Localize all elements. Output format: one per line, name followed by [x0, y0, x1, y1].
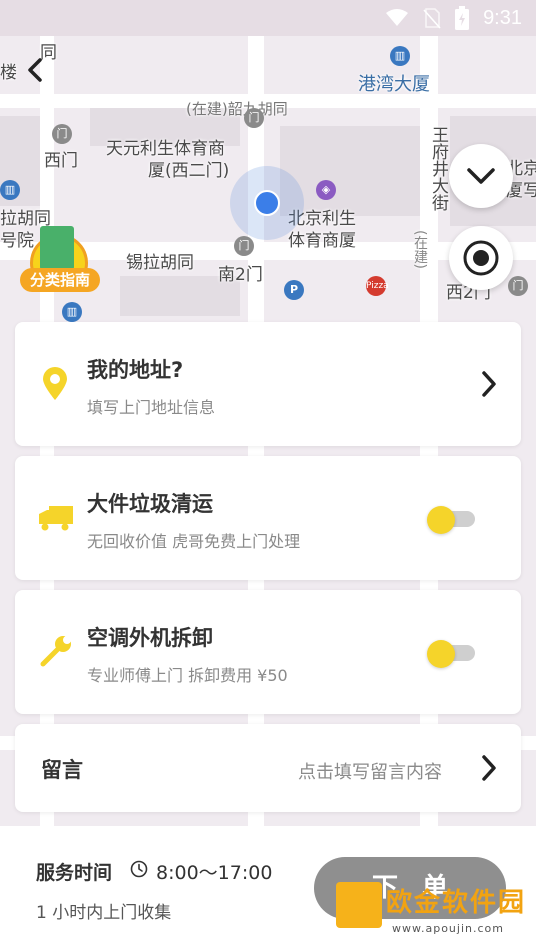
message-placeholder: 点击填写留言内容: [298, 762, 442, 783]
wrench-icon: [40, 636, 71, 667]
clock-icon: [130, 860, 148, 878]
status-time: 9:31: [483, 6, 522, 29]
location-pin-icon: [43, 367, 67, 400]
back-icon[interactable]: [22, 56, 48, 84]
restaurant-poi-icon: Pizza: [366, 276, 389, 296]
service-title: 空调外机拆卸: [87, 626, 213, 650]
map-label-nan2men: 南2门: [218, 265, 263, 285]
address-subtitle: 填写上门地址信息: [87, 398, 216, 417]
entrance-poi-icon: 门: [244, 108, 264, 128]
building-poi-icon: ▥: [390, 46, 410, 66]
battery-icon: [455, 6, 470, 30]
sorting-guide-button[interactable]: 分类指南: [20, 226, 100, 296]
address-title: 我的地址?: [87, 358, 184, 382]
map-label-wangfujing: 王府井大街: [428, 126, 448, 211]
building-poi-icon: ▥: [0, 180, 20, 200]
entrance-poi-icon: 门: [234, 236, 254, 256]
map-label-shaojiu: (在建)韶九胡同: [186, 100, 288, 118]
chevron-right-icon: [482, 755, 496, 781]
map-label-gangwan: 港湾大厦: [358, 74, 430, 95]
map-label-xilahutong: 锡拉胡同: [126, 253, 194, 273]
service-title: 大件垃圾清运: [87, 492, 213, 516]
truck-icon: [39, 506, 73, 531]
entrance-poi-icon: 门: [508, 276, 528, 296]
service-subtitle: 无回收价值 虎哥免费上门处理: [87, 532, 301, 551]
wifi-icon: [386, 9, 409, 26]
no-sim-icon: [423, 8, 441, 29]
service-time-note: 1 小时内上门收集: [36, 903, 172, 923]
toggle-knob: [427, 640, 455, 668]
entrance-poi-icon: 门: [52, 124, 72, 144]
bulky-waste-card: 大件垃圾清运 无回收价值 虎哥免费上门处理: [15, 456, 521, 580]
service-subtitle: 专业师傅上门 拆卸费用 ¥50: [87, 666, 288, 685]
ac-removal-toggle[interactable]: [427, 640, 477, 668]
chevron-down-icon: [467, 168, 495, 184]
locate-me-button[interactable]: [449, 226, 513, 290]
map-label-beijing-2: 体育商厦: [288, 231, 356, 251]
service-time-label: 服务时间: [36, 862, 113, 884]
message-card[interactable]: 留言 点击填写留言内容: [15, 724, 521, 812]
address-card[interactable]: 我的地址? 填写上门地址信息: [15, 322, 521, 446]
ac-removal-card: 空调外机拆卸 专业师傅上门 拆卸费用 ¥50: [15, 590, 521, 714]
message-title: 留言: [41, 758, 83, 782]
map-label-lou: 楼: [0, 63, 17, 83]
shopping-poi-icon: ◈: [316, 180, 336, 200]
bulky-waste-toggle[interactable]: [427, 506, 477, 534]
map-label-ximen: 西门: [44, 151, 78, 171]
map-label-zaijian: (在建): [412, 230, 428, 269]
toggle-knob: [427, 506, 455, 534]
target-icon: [463, 240, 499, 276]
bottom-bar: 服务时间 8:00～17:00 1 小时内上门收集 下单: [0, 826, 536, 952]
parking-icon: P: [284, 280, 304, 300]
building-poi-icon: ▥: [62, 302, 82, 322]
current-location-marker: [254, 190, 280, 216]
recycle-bin-icon: [40, 226, 74, 270]
collapse-map-button[interactable]: [449, 144, 513, 208]
chevron-right-icon: [482, 371, 496, 397]
map-label-tianyuan-2: 厦(西二门): [148, 161, 230, 181]
place-order-button[interactable]: 下单: [314, 857, 506, 919]
guide-label: 分类指南: [20, 268, 100, 292]
service-time-value: 8:00～17:00: [156, 862, 273, 884]
status-bar: 9:31: [0, 0, 536, 36]
